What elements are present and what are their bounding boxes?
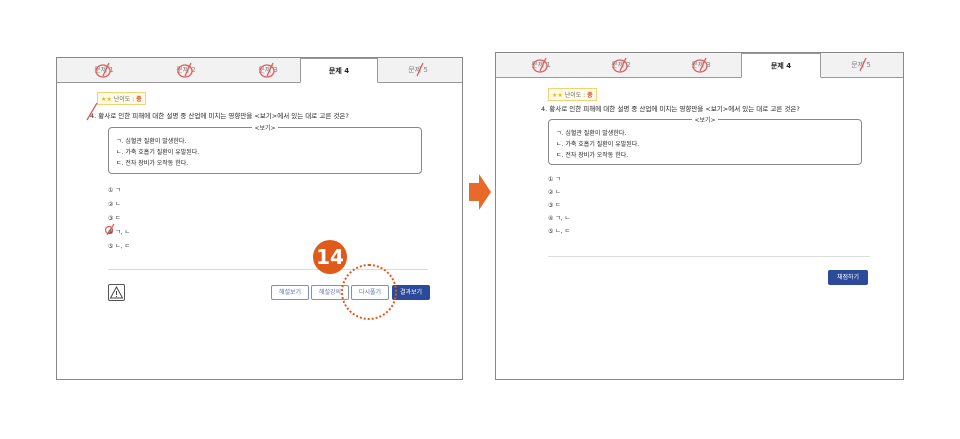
tab-problem-2[interactable]: 문제 2 — [147, 58, 225, 82]
divider — [548, 256, 870, 257]
difficulty-level: 중 — [136, 96, 142, 103]
option-2[interactable]: ② ㄴ — [548, 187, 561, 196]
incorrect-mark-icon — [859, 57, 867, 72]
bogi-box: <보기> ㄱ. 심혈관 질환이 발생한다. ㄴ. 가축 호흡기 질환이 유발된다… — [108, 125, 422, 174]
bogi-title: <보기> — [692, 117, 718, 124]
option-3[interactable]: ③ ㄷ — [548, 200, 561, 209]
tab-problem-3[interactable]: 문제 3 — [662, 53, 740, 77]
option-1[interactable]: ① ㄱ — [548, 174, 561, 183]
bogi-line: ㄱ. 심혈관 질환이 발생한다. — [556, 130, 627, 137]
submit-button[interactable]: 채점하기 — [828, 270, 868, 285]
tab-problem-3[interactable]: 문제 3 — [229, 58, 307, 82]
bogi-box: <보기> ㄱ. 심혈관 질환이 발생한다. ㄴ. 가축 호흡기 질환이 유발된다… — [548, 117, 862, 165]
option-5[interactable]: ⑤ ㄴ, ㄷ — [548, 226, 570, 235]
tab-problem-4[interactable]: 문제 4 — [741, 53, 821, 78]
difficulty-level: 중 — [587, 92, 593, 99]
arrow-right-icon — [469, 174, 491, 210]
bogi-line: ㄷ. 전자 장비가 오작동 한다. — [556, 152, 629, 159]
difficulty-badge: ★★ 난이도 : 중 — [548, 88, 597, 101]
incorrect-mark-icon — [177, 62, 193, 78]
tab-problem-1[interactable]: 문제 1 — [65, 58, 143, 82]
bogi-title: <보기> — [252, 125, 278, 132]
bogi-line: ㄴ. 가축 호흡기 질환이 유발된다. — [556, 141, 640, 148]
option-4[interactable]: ④ ㄱ, ㄴ — [548, 213, 570, 222]
incorrect-mark-icon — [95, 62, 111, 78]
tab-problem-5[interactable]: 문제 5 — [822, 53, 900, 77]
difficulty-stars: ★★ — [552, 92, 563, 99]
incorrect-mark-icon — [259, 62, 275, 78]
warning-icon — [109, 285, 124, 299]
option-4[interactable]: ④ ㄱ, ㄴ — [108, 227, 130, 236]
difficulty-badge: ★★ 난이도 : 중 — [97, 92, 146, 105]
question-text: 4. 황사로 인한 피해에 대한 설명 중 산업에 미치는 영향만을 <보기>에… — [90, 112, 349, 120]
tab-bar: 문제 1 문제 2 문제 3 문제 4 문제 5 — [496, 53, 903, 78]
explanation-button[interactable]: 해설보기 — [271, 285, 309, 300]
incorrect-mark-icon — [416, 62, 424, 77]
tab-problem-1[interactable]: 문제 1 — [502, 53, 580, 77]
left-screen: 문제 1 문제 2 문제 3 문제 4 문제 5 ★★ 난이도 : 중 4. 황… — [56, 57, 463, 380]
tab-problem-4[interactable]: 문제 4 — [300, 58, 378, 83]
incorrect-mark-icon — [692, 57, 708, 73]
bogi-line: ㄴ. 가축 호흡기 질환이 유발된다. — [116, 149, 200, 156]
option-2[interactable]: ② ㄴ — [108, 199, 121, 208]
step-badge: 14 — [313, 240, 347, 274]
option-5[interactable]: ⑤ ㄴ, ㄷ — [108, 241, 130, 250]
difficulty-label: 난이도 : — [113, 96, 135, 103]
tab-bar: 문제 1 문제 2 문제 3 문제 4 문제 5 — [57, 58, 462, 83]
option-1[interactable]: ① ㄱ — [108, 185, 121, 194]
bogi-line: ㄱ. 심혈관 질환이 발생한다. — [116, 138, 187, 145]
result-button[interactable]: 결과보기 — [392, 285, 430, 300]
question-text: 4. 황사로 인한 피해에 대한 설명 중 산업에 미치는 영향만을 <보기>에… — [541, 105, 800, 113]
difficulty-stars: ★★ — [101, 96, 112, 103]
tab-problem-2[interactable]: 문제 2 — [582, 53, 660, 77]
option-3[interactable]: ③ ㄷ — [108, 213, 121, 222]
bogi-line: ㄷ. 전자 장비가 오작동 한다. — [116, 160, 189, 167]
incorrect-mark-icon — [532, 57, 548, 73]
difficulty-label: 난이도 : — [564, 92, 586, 99]
incorrect-mark-icon — [612, 57, 628, 73]
report-button[interactable] — [108, 284, 125, 301]
right-screen: 문제 1 문제 2 문제 3 문제 4 문제 5 ★★ 난이도 : 중 4. 황… — [495, 52, 904, 380]
tab-problem-5[interactable]: 문제 5 — [379, 58, 457, 82]
highlight-circle — [341, 264, 397, 320]
